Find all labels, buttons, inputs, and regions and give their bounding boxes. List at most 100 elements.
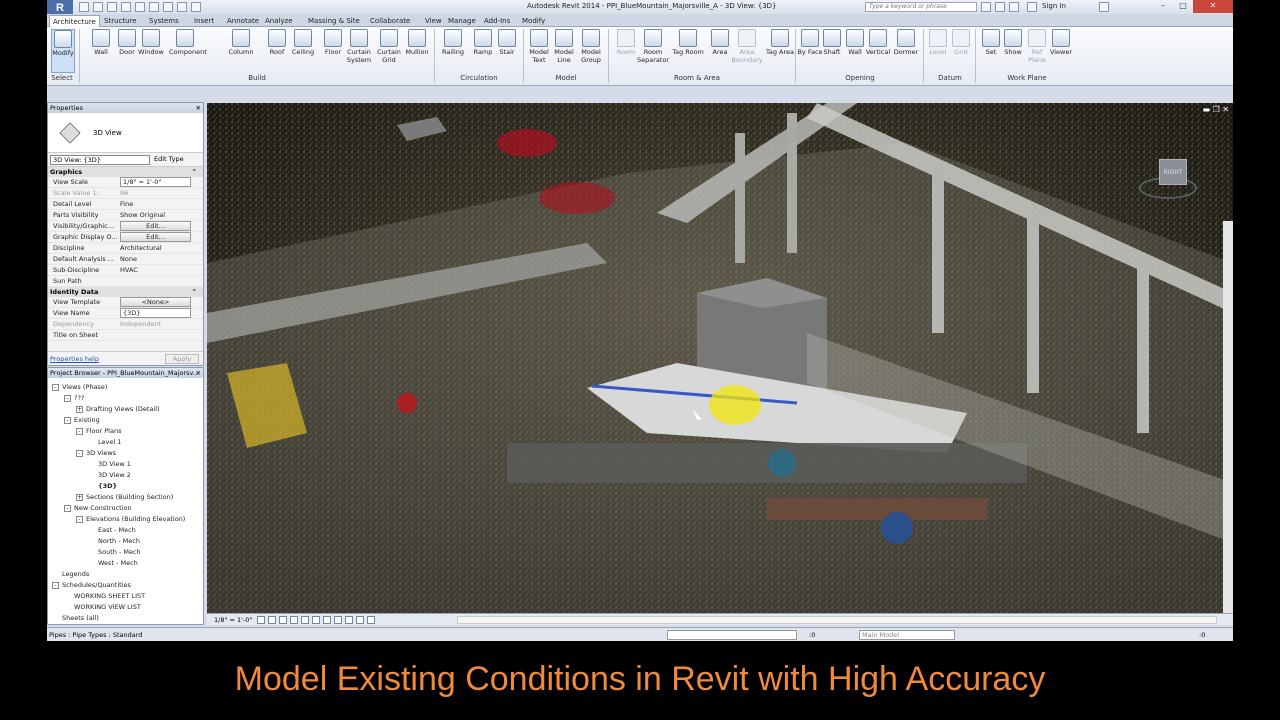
collapse-icon[interactable]: - [64,394,71,402]
detail-level-icon[interactable] [257,616,265,624]
tab-architecture[interactable]: Architecture [49,15,100,27]
show-button[interactable]: Show [1001,29,1025,73]
vertical-scrollbar[interactable] [1223,221,1233,613]
model-text-button[interactable]: Model Text [525,29,553,73]
browser-node-existing[interactable]: - Existing [64,415,100,426]
show-crop-icon[interactable] [323,616,331,624]
component-button[interactable]: Component [169,29,207,73]
tab-structure[interactable]: Structure [101,15,140,27]
browser-node-level-1[interactable]: Level 1 [88,437,121,448]
property-value[interactable]: Edit... [120,232,191,242]
collapse-icon[interactable]: - [52,581,59,589]
tab-annotate[interactable]: Annotate [224,15,262,27]
dormer-button[interactable]: Dormer [893,29,919,73]
browser-node-[interactable]: -??? [64,393,84,404]
model-line-button[interactable]: Model Line [550,29,578,73]
area-boundary-button[interactable]: Area Boundary [731,29,763,73]
browser-node-south-mech[interactable]: South - Mech [88,547,141,558]
reveal-hidden-icon[interactable] [356,616,364,624]
graphics-group-header[interactable]: Graphics ⌃ [48,167,203,177]
property-value[interactable]: HVAC [120,266,138,274]
sign-in-link[interactable]: Sign In [1042,2,1066,10]
crop-icon[interactable] [312,616,320,624]
browser-node-floor-plans[interactable]: - Floor Plans [76,426,121,437]
browser-node-new-construction[interactable]: - New Construction [64,503,132,514]
property-row-detail-level[interactable]: Detail Level Fine [48,199,203,210]
property-row-sub-discipline[interactable]: Sub-Discipline HVAC [48,265,203,276]
shadows-icon[interactable] [290,616,298,624]
property-value[interactable]: 96 [120,189,128,197]
collapse-icon[interactable]: ⌃ [192,287,197,297]
tab-insert[interactable]: Insert [191,15,217,27]
collapse-icon[interactable]: - [64,504,71,512]
print-icon[interactable] [149,2,159,12]
close-button[interactable]: ✕ [1193,0,1233,13]
collapse-icon[interactable]: - [64,416,71,424]
viewer-button[interactable]: Viewer [1049,29,1073,73]
type-selector[interactable]: 3D View [48,113,203,153]
browser-node-east-mech[interactable]: East - Mech [88,525,136,536]
ceiling-button[interactable]: Ceiling [287,29,319,73]
lock-3d-icon[interactable] [334,616,342,624]
properties-help-link[interactable]: Properties help [50,355,99,363]
browser-node-3d-view-2[interactable]: 3D View 2 [88,470,131,481]
collapse-icon[interactable]: - [76,515,83,523]
star-icon[interactable] [1009,2,1019,12]
window-button[interactable]: Window [135,29,167,73]
measure-icon[interactable] [163,2,173,12]
room-separator-button[interactable]: Room Separator [637,29,669,73]
property-value[interactable]: None [120,255,137,263]
property-row-discipline[interactable]: Discipline Architectural [48,243,203,254]
browser-node-3d[interactable]: {3D} [88,481,117,492]
model-group-button[interactable]: Model Group [577,29,605,73]
browser-node-3d-view-1[interactable]: 3D View 1 [88,459,131,470]
property-row-sun-path[interactable]: Sun Path [48,276,203,287]
property-row-title-on-sheet[interactable]: Title on Sheet [48,330,203,341]
property-row-dependency[interactable]: Dependency Independent [48,319,203,330]
tab-modify[interactable]: Modify [519,15,548,27]
subscription-icon[interactable] [995,2,1005,12]
property-row-view-scale[interactable]: View Scale 1/8" = 1'-0" [48,177,203,188]
tab-systems[interactable]: Systems [146,15,182,27]
property-value[interactable]: 1/8" = 1'-0" [120,177,191,187]
redo-icon[interactable] [135,2,145,12]
ref-plane-button[interactable]: Ref Plane [1025,29,1049,73]
open-icon[interactable] [79,2,89,12]
tag-room-button[interactable]: Tag Room [672,29,704,73]
tab-collaborate[interactable]: Collaborate [367,15,413,27]
save-icon[interactable] [93,2,103,12]
stair-button[interactable]: Stair [493,29,521,73]
expand-icon[interactable]: + [76,493,83,501]
curtain-system-button[interactable]: Curtain System [343,29,375,73]
railing-button[interactable]: Railing [439,29,467,73]
set-button[interactable]: Set [979,29,1003,73]
tab-view[interactable]: View [422,15,445,27]
browser-node-schedules-quantities[interactable]: - Schedules/Quantities [52,580,131,591]
close-icon[interactable]: ✕ [196,368,201,378]
mullion-button[interactable]: Mullion [401,29,433,73]
binoculars-icon[interactable] [981,2,991,12]
browser-node-working-view-list[interactable]: WORKING VIEW LIST [64,602,141,613]
grid-button[interactable]: Grid [950,29,972,73]
property-value[interactable]: Architectural [120,244,162,252]
viewcube-face[interactable]: RIGHT [1159,159,1187,185]
property-value[interactable]: Edit... [120,221,191,231]
browser-node-3d-views[interactable]: -3D Views [76,448,116,459]
visual-style-icon[interactable] [268,616,276,624]
column-button[interactable]: Column [225,29,257,73]
edit-type-button[interactable]: Edit Type [154,155,184,163]
tag-area-button[interactable]: Tag Area [764,29,796,73]
sun-path-icon[interactable] [279,616,287,624]
viewport-window-controls[interactable]: ▬ ❐ ✕ [1202,105,1229,114]
property-value[interactable]: Show Original [120,211,165,219]
render-icon[interactable] [301,616,309,624]
property-row-scale-value-1[interactable]: Scale Value 1: 96 [48,188,203,199]
property-row-default-analysis[interactable]: Default Analysis ... None [48,254,203,265]
browser-node-working-sheet-list[interactable]: WORKING SHEET LIST [64,591,145,602]
browser-node-north-mech[interactable]: North - Mech [88,536,140,547]
property-row-visibility-graphic[interactable]: Visibility/Graphic... Edit... [48,221,203,232]
tab-analyze[interactable]: Analyze [262,15,296,27]
horizontal-scrollbar[interactable] [457,616,1217,624]
analysis-icon[interactable] [367,616,375,624]
collapse-icon[interactable]: - [52,383,59,391]
